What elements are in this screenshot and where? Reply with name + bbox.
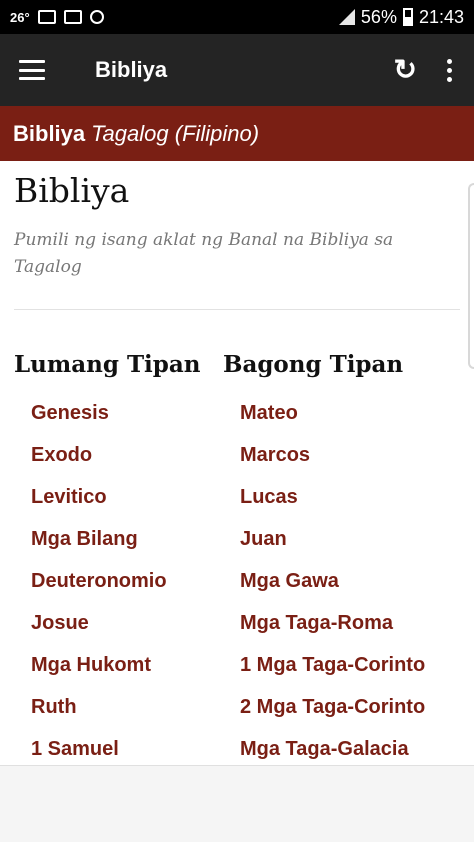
book-link-ruth[interactable]: Ruth (31, 689, 167, 731)
battery-percent: 56% (360, 6, 397, 27)
book-link-josue[interactable]: Josue (31, 605, 167, 647)
book-link-mga-hukom[interactable]: Mga Hukomt (31, 647, 167, 689)
book-link-lucas[interactable]: Lucas (240, 479, 425, 521)
book-link-1-mga-taga-corinto[interactable]: 1 Mga Taga-Corinto (240, 647, 425, 689)
site-banner[interactable]: Bibliya Tagalog (Filipino) (0, 106, 474, 161)
page-title: Bibliya (14, 171, 130, 210)
book-link-mateo[interactable]: Mateo (240, 395, 425, 437)
app-bar: Bibliya ↻ (0, 34, 474, 106)
keyboard-icon (37, 10, 56, 24)
banner-language: Tagalog (Filipino) (91, 120, 260, 146)
status-bar: 26° 56% 21:43 (0, 0, 474, 34)
new-testament-heading: Bagong Tipan (223, 351, 404, 378)
status-left: 26° (10, 10, 104, 25)
book-link-levitico[interactable]: Levitico (31, 479, 167, 521)
temperature-text: 26° (10, 9, 30, 25)
main-content: Bibliya Pumili ng isang aklat ng Banal n… (0, 161, 474, 765)
old-testament-list: Genesis Exodo Levitico Mga Bilang Deuter… (31, 395, 167, 765)
book-link-mga-bilang[interactable]: Mga Bilang (31, 521, 167, 563)
menu-icon[interactable] (19, 60, 45, 80)
book-link-mga-taga-galacia[interactable]: Mga Taga-Galacia (240, 731, 425, 765)
book-link-mga-gawa[interactable]: Mga Gawa (240, 563, 425, 605)
divider (14, 309, 460, 310)
clock: 21:43 (418, 6, 464, 27)
book-link-mga-taga-roma[interactable]: Mga Taga-Roma (240, 605, 425, 647)
signal-icon (338, 9, 355, 25)
more-options-icon[interactable] (447, 58, 452, 82)
banner-title: Bibliya (13, 120, 86, 146)
page-subtitle: Pumili ng isang aklat ng Banal na Bibliy… (14, 230, 394, 277)
battery-icon (402, 8, 413, 26)
app-title: Bibliya (95, 57, 168, 82)
scroll-handle[interactable] (468, 183, 474, 369)
book-link-marcos[interactable]: Marcos (240, 437, 425, 479)
book-link-1-samuel[interactable]: 1 Samuel (31, 731, 167, 765)
new-testament-list: Mateo Marcos Lucas Juan Mga Gawa Mga Tag… (240, 395, 425, 765)
old-testament-heading: Lumang Tipan (14, 351, 201, 378)
image-notification-icon (63, 10, 82, 24)
book-link-2-mga-taga-corinto[interactable]: 2 Mga Taga-Corinto (240, 689, 425, 731)
status-right: 56% 21:43 (338, 6, 464, 28)
app-notification-icon (89, 10, 104, 24)
refresh-icon[interactable]: ↻ (394, 56, 417, 84)
book-link-deuteronomio[interactable]: Deuteronomio (31, 563, 167, 605)
book-link-exodo[interactable]: Exodo (31, 437, 167, 479)
book-link-genesis[interactable]: Genesis (31, 395, 167, 437)
bottom-bar (0, 765, 474, 842)
book-link-juan[interactable]: Juan (240, 521, 425, 563)
